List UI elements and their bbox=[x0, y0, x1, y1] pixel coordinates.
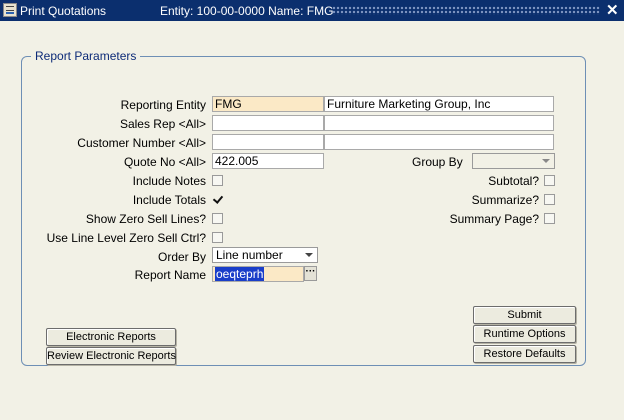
close-icon[interactable]: ✕ bbox=[606, 1, 619, 19]
order-by-select[interactable]: Line number bbox=[212, 247, 318, 263]
reporting-entity-name-field[interactable]: Furniture Marketing Group, Inc bbox=[324, 96, 554, 112]
summary-page-checkbox[interactable] bbox=[544, 213, 555, 224]
quote-no-field[interactable]: 422.005 bbox=[212, 153, 324, 169]
subtotal-checkbox[interactable] bbox=[544, 175, 555, 186]
subtotal-label: Subtotal? bbox=[488, 174, 539, 188]
window-title: Print Quotations bbox=[20, 4, 107, 18]
summary-page-label: Summary Page? bbox=[449, 212, 539, 226]
sales-rep-code-field[interactable] bbox=[212, 115, 324, 131]
titlebar-pattern bbox=[332, 6, 600, 15]
group-by-label: Group By bbox=[412, 155, 463, 169]
reporting-entity-label: Reporting Entity bbox=[120, 98, 206, 112]
include-totals-checkbox[interactable] bbox=[212, 194, 223, 205]
report-name-field[interactable]: oeqteprh bbox=[212, 266, 304, 282]
customer-number-label: Customer Number <All> bbox=[77, 136, 206, 150]
report-name-label: Report Name bbox=[134, 268, 206, 282]
show-zero-sell-lines-label: Show Zero Sell Lines? bbox=[85, 212, 206, 226]
use-line-level-zero-sell-ctrl-label: Use Line Level Zero Sell Ctrl? bbox=[46, 231, 206, 245]
submit-button[interactable]: Submit bbox=[473, 306, 576, 324]
customer-number-code-field[interactable] bbox=[212, 134, 324, 150]
order-by-value: Line number bbox=[216, 248, 283, 262]
quote-no-label: Quote No <All> bbox=[123, 155, 206, 169]
summarize-label: Summarize? bbox=[471, 193, 539, 207]
restore-defaults-button[interactable]: Restore Defaults bbox=[473, 345, 576, 363]
group-by-select[interactable] bbox=[472, 153, 555, 169]
sales-rep-label: Sales Rep <All> bbox=[119, 117, 206, 131]
customer-number-name-field[interactable] bbox=[324, 134, 554, 150]
include-notes-checkbox[interactable] bbox=[212, 175, 223, 186]
title-bar: Print Quotations Entity: 100-00-0000 Nam… bbox=[0, 0, 624, 21]
show-zero-sell-lines-checkbox[interactable] bbox=[212, 213, 223, 224]
group-legend: Report Parameters bbox=[31, 49, 141, 63]
lov-ellipsis-button[interactable]: ··· bbox=[304, 266, 317, 281]
chevron-down-icon bbox=[305, 253, 313, 257]
electronic-reports-button[interactable]: Electronic Reports bbox=[46, 328, 176, 346]
chevron-down-icon bbox=[542, 159, 550, 163]
use-line-level-zero-sell-ctrl-checkbox[interactable] bbox=[212, 232, 223, 243]
sales-rep-name-field[interactable] bbox=[324, 115, 554, 131]
include-notes-label: Include Notes bbox=[132, 174, 206, 188]
include-totals-label: Include Totals bbox=[132, 193, 206, 207]
report-name-value: oeqteprh bbox=[215, 267, 265, 281]
reporting-entity-code-field[interactable]: FMG bbox=[212, 96, 324, 112]
app-icon bbox=[3, 3, 17, 17]
review-electronic-reports-button[interactable]: Review Electronic Reports bbox=[46, 347, 176, 365]
entity-info: Entity: 100-00-0000 Name: FMG bbox=[160, 4, 334, 18]
runtime-options-button[interactable]: Runtime Options bbox=[473, 325, 576, 343]
summarize-checkbox[interactable] bbox=[544, 194, 555, 205]
order-by-label: Order By bbox=[157, 250, 206, 264]
